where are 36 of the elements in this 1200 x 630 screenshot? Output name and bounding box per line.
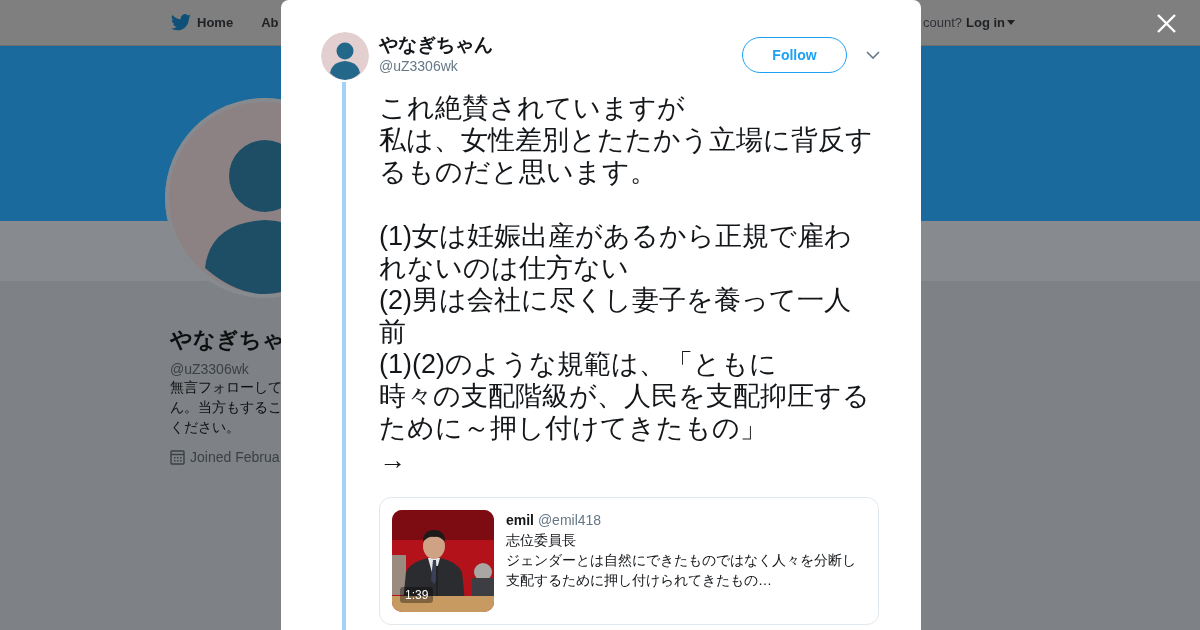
user-avatar[interactable] xyxy=(321,32,369,80)
account-prompt: count? xyxy=(922,15,962,30)
tweet-text: 前 xyxy=(379,316,406,348)
tweet-text: これ絶賛されていますが xyxy=(379,92,685,124)
chevron-down-icon[interactable] xyxy=(866,51,880,59)
follow-button[interactable]: Follow xyxy=(742,37,847,73)
tweet-text: れないのは仕方ない xyxy=(379,252,629,284)
caret-icon xyxy=(1007,20,1015,25)
profile-handle: @uZ3306wk xyxy=(170,361,249,377)
nav-link[interactable]: Ab xyxy=(261,15,279,30)
author-name[interactable]: やなぎちゃん xyxy=(379,33,493,57)
tweet-text: (2)男は会社に尽くし妻子を養って一人 xyxy=(379,284,851,316)
quoted-tweet-text: ジェンダーとは自然にできたものではなく人々を分断し支配するために押し付けられてきたもの… xyxy=(506,551,857,590)
quoted-author-handle: @emil418 xyxy=(537,512,602,528)
profile-name: やなぎちゃ xyxy=(170,327,285,353)
close-icon[interactable] xyxy=(1157,14,1176,33)
bird-icon xyxy=(171,14,191,31)
tweet-text: 時々の支配階級が、人民を支配抑圧する xyxy=(379,380,870,412)
tweet-text: 私は、女性差別とたたかう立場に背反す xyxy=(379,124,873,156)
nav-label: Home xyxy=(197,15,234,30)
bio-line: 無言フォローして xyxy=(170,378,282,397)
tweet-text: → xyxy=(379,444,406,476)
video-duration: 1:39 xyxy=(400,587,434,603)
calendar-icon xyxy=(170,449,185,465)
tweet-text: (1)女は妊娠出産があるから正規で雇わ xyxy=(379,220,852,252)
joined-date: Joined Februa xyxy=(190,449,280,465)
author-handle: @uZ3306wk xyxy=(379,57,459,75)
tweet-text: ために～押し付けてきたもの」 xyxy=(379,412,767,444)
login-link[interactable]: Log in xyxy=(966,15,1015,30)
tweet-text: (1)(2)のような規範は、「ともに xyxy=(379,348,777,380)
bio-line: ん。当方もするこ xyxy=(170,398,282,417)
quoted-author-name: emil xyxy=(506,512,534,528)
bio-line: ください。 xyxy=(170,418,240,437)
tweet-text: るものだと思います。 xyxy=(379,156,657,188)
quoted-tweet-title: 志位委員長 xyxy=(506,531,577,550)
quoted-tweet-card[interactable]: 1:39 emil @emil418 志位委員長 ジェンダーとは自然にできたものではなく人々を分断し支配するために押し付けられてきたもの… xyxy=(379,497,879,625)
